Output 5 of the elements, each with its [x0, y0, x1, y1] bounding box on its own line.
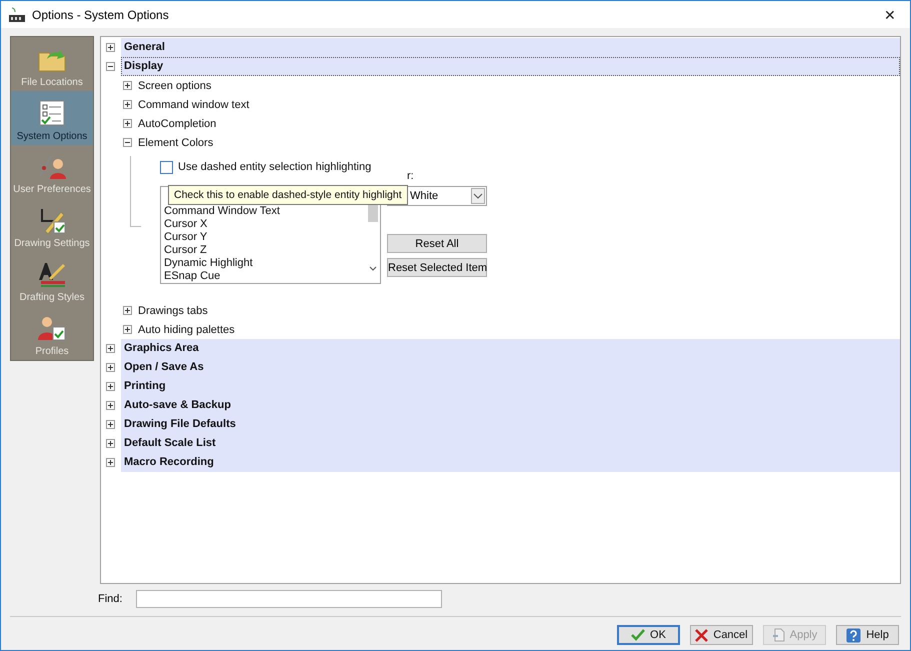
color-label: r:: [407, 170, 414, 182]
tooltip: Check this to enable dashed-style entity highlight: [168, 185, 408, 205]
window-title: Options - System Options: [32, 8, 170, 22]
find-label: Find:: [98, 593, 122, 605]
checkbox-label: Use dashed entity selection highlighting: [178, 161, 372, 173]
